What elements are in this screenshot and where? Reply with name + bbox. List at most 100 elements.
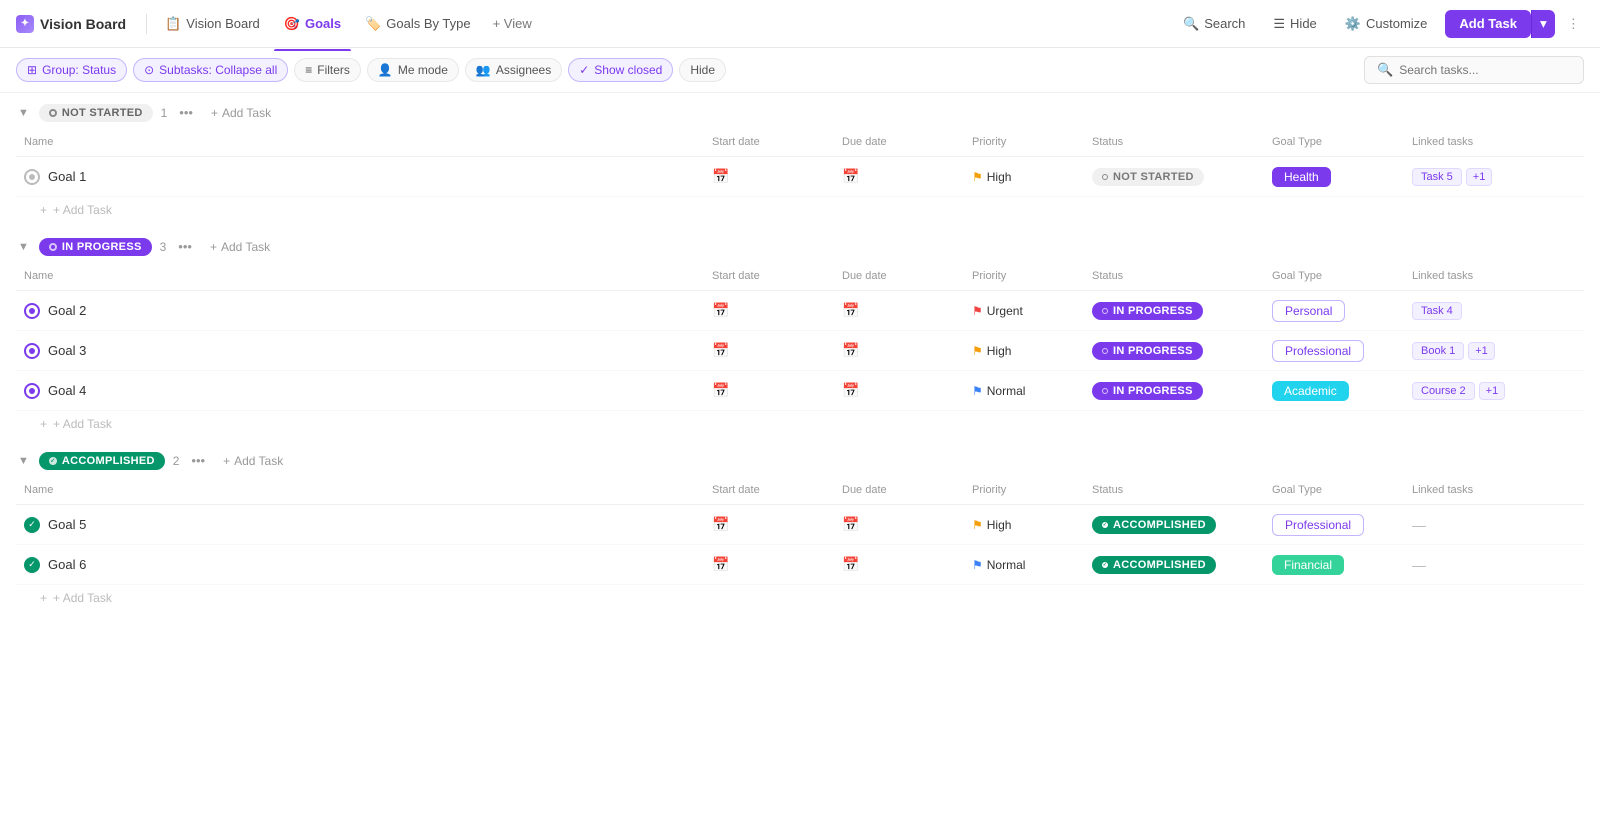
- goal-3-due-date[interactable]: 📅: [834, 338, 964, 363]
- add-task-in-progress[interactable]: + + Add Task: [16, 411, 1584, 437]
- calendar-icon[interactable]: 📅: [842, 516, 859, 533]
- tab-goals-by-type[interactable]: 🏷️ Goals By Type: [355, 10, 481, 38]
- goal-type-financial[interactable]: Financial: [1272, 555, 1344, 575]
- col-name: Name: [16, 266, 704, 286]
- goal-4-goal-type[interactable]: Academic: [1264, 377, 1404, 405]
- goal-3-start-date[interactable]: 📅: [704, 338, 834, 363]
- section-in-progress-menu[interactable]: •••: [174, 237, 196, 256]
- goal-type-professional2[interactable]: Professional: [1272, 514, 1364, 536]
- search-tasks-input[interactable]: [1399, 63, 1571, 77]
- chevron-not-started[interactable]: ▼: [16, 105, 31, 121]
- col-due-date: Due date: [834, 132, 964, 152]
- hide-icon: ☰: [1273, 16, 1285, 32]
- goal-4-due-date[interactable]: 📅: [834, 378, 964, 403]
- section-not-started-header[interactable]: ▼ NOT STARTED 1 ••• + Add Task: [16, 93, 1584, 128]
- add-task-not-started[interactable]: + + Add Task: [16, 197, 1584, 223]
- goal-type-personal[interactable]: Personal: [1272, 300, 1345, 322]
- goal-3-goal-type[interactable]: Professional: [1264, 336, 1404, 366]
- table-header-in-progress: Name Start date Due date Priority Status…: [16, 262, 1584, 291]
- assignees-button[interactable]: 👥 Assignees: [465, 58, 562, 82]
- goal-6-priority: ⚑ Normal: [964, 554, 1084, 576]
- calendar-icon[interactable]: 📅: [842, 342, 859, 359]
- goal-5-priority: ⚑ High: [964, 514, 1084, 536]
- goal-4-start-date[interactable]: 📅: [704, 378, 834, 403]
- goal-1-goal-type[interactable]: Health: [1264, 163, 1404, 191]
- calendar-icon[interactable]: 📅: [712, 382, 729, 399]
- goal-4-linked-tasks: Course 2 +1: [1404, 378, 1584, 404]
- linked-chip[interactable]: Book 1: [1412, 342, 1464, 360]
- calendar-icon[interactable]: 📅: [842, 556, 859, 573]
- goal-2-start-date[interactable]: 📅: [704, 298, 834, 323]
- show-closed-button[interactable]: ✓ Show closed: [568, 58, 673, 82]
- goal-4-icon: [24, 383, 40, 399]
- calendar-icon[interactable]: 📅: [712, 342, 729, 359]
- col-name: Name: [16, 480, 704, 500]
- calendar-icon[interactable]: 📅: [842, 302, 859, 319]
- goal-type-academic[interactable]: Academic: [1272, 381, 1349, 401]
- linked-dash: —: [1412, 517, 1426, 533]
- section-in-progress-add[interactable]: + Add Task: [204, 238, 276, 256]
- group-status-chip[interactable]: ⊞ Group: Status: [16, 58, 127, 82]
- goal-6-due-date[interactable]: 📅: [834, 552, 964, 577]
- status-badge-not-started: NOT STARTED: [39, 104, 153, 122]
- col-linked-tasks: Linked tasks: [1404, 266, 1584, 286]
- subtasks-chip[interactable]: ⊙ Subtasks: Collapse all: [133, 58, 288, 82]
- calendar-icon[interactable]: 📅: [842, 382, 859, 399]
- section-not-started-add[interactable]: + Add Task: [205, 104, 277, 122]
- hide-button[interactable]: ☰ Hide: [1263, 10, 1326, 38]
- tab-vision-board[interactable]: 📋 Vision Board: [155, 10, 270, 38]
- goal-6-goal-type[interactable]: Financial: [1264, 551, 1404, 579]
- goal-1-status: NOT STARTED: [1084, 164, 1264, 190]
- customize-button[interactable]: ⚙️ Customize: [1335, 10, 1438, 38]
- table-header-not-started: Name Start date Due date Priority Status…: [16, 128, 1584, 157]
- filters-button[interactable]: ≡ Filters: [294, 58, 361, 82]
- goal-type-health[interactable]: Health: [1272, 167, 1331, 187]
- add-view-button[interactable]: + View: [485, 10, 540, 37]
- goal-5-start-date[interactable]: 📅: [704, 512, 834, 537]
- calendar-icon[interactable]: 📅: [842, 168, 859, 185]
- add-task-expand[interactable]: ▾: [1531, 10, 1555, 38]
- col-start-date: Start date: [704, 132, 834, 152]
- goal-1-start-date[interactable]: 📅: [704, 164, 834, 189]
- linked-more[interactable]: +1: [1466, 168, 1493, 186]
- calendar-icon[interactable]: 📅: [712, 516, 729, 533]
- chevron-accomplished[interactable]: ▼: [16, 453, 31, 469]
- search-tasks-input-wrapper[interactable]: 🔍: [1364, 56, 1584, 84]
- me-mode-button[interactable]: 👤 Me mode: [367, 58, 459, 82]
- section-accomplished-header[interactable]: ▼ ✓ ACCOMPLISHED 2 ••• + Add Task: [16, 441, 1584, 476]
- calendar-icon[interactable]: 📅: [712, 302, 729, 319]
- goal-5-due-date[interactable]: 📅: [834, 512, 964, 537]
- goal-5-goal-type[interactable]: Professional: [1264, 510, 1404, 540]
- priority-flag: ⚑: [972, 384, 983, 398]
- calendar-icon[interactable]: 📅: [712, 556, 729, 573]
- tab-goals[interactable]: 🎯 Goals: [274, 10, 351, 38]
- section-accomplished-add[interactable]: + Add Task: [217, 452, 289, 470]
- table-row: Goal 1 📅 📅 ⚑ High NOT STARTED Health: [16, 157, 1584, 197]
- linked-more[interactable]: +1: [1479, 382, 1506, 400]
- goal-2-due-date[interactable]: 📅: [834, 298, 964, 323]
- goal-type-professional[interactable]: Professional: [1272, 340, 1364, 362]
- goal-2-goal-type[interactable]: Personal: [1264, 296, 1404, 326]
- section-accomplished-menu[interactable]: •••: [187, 451, 209, 470]
- linked-more[interactable]: +1: [1468, 342, 1495, 360]
- search-tasks-icon: 🔍: [1377, 62, 1393, 78]
- calendar-icon[interactable]: 📅: [712, 168, 729, 185]
- nav-divider: [146, 14, 147, 34]
- linked-chip[interactable]: Task 4: [1412, 302, 1462, 320]
- linked-chip[interactable]: Course 2: [1412, 382, 1475, 400]
- add-task-accomplished[interactable]: + + Add Task: [16, 585, 1584, 611]
- chevron-in-progress[interactable]: ▼: [16, 239, 31, 255]
- col-due-date: Due date: [834, 266, 964, 286]
- goal-6-start-date[interactable]: 📅: [704, 552, 834, 577]
- hide-toolbar-button[interactable]: Hide: [679, 58, 726, 82]
- add-task-button[interactable]: Add Task: [1445, 10, 1531, 38]
- search-button[interactable]: 🔍 Search: [1173, 10, 1255, 38]
- goal-5-icon: ✓: [24, 517, 40, 533]
- linked-chip[interactable]: Task 5: [1412, 168, 1462, 186]
- priority-flag: ⚑: [972, 558, 983, 572]
- nav-more-button[interactable]: ⋮: [1563, 12, 1584, 36]
- table-row: Goal 4 📅 📅 ⚑ Normal IN PROGRESS Academic: [16, 371, 1584, 411]
- section-not-started-menu[interactable]: •••: [175, 103, 197, 122]
- section-in-progress-header[interactable]: ▼ IN PROGRESS 3 ••• + Add Task: [16, 227, 1584, 262]
- goal-1-due-date[interactable]: 📅: [834, 164, 964, 189]
